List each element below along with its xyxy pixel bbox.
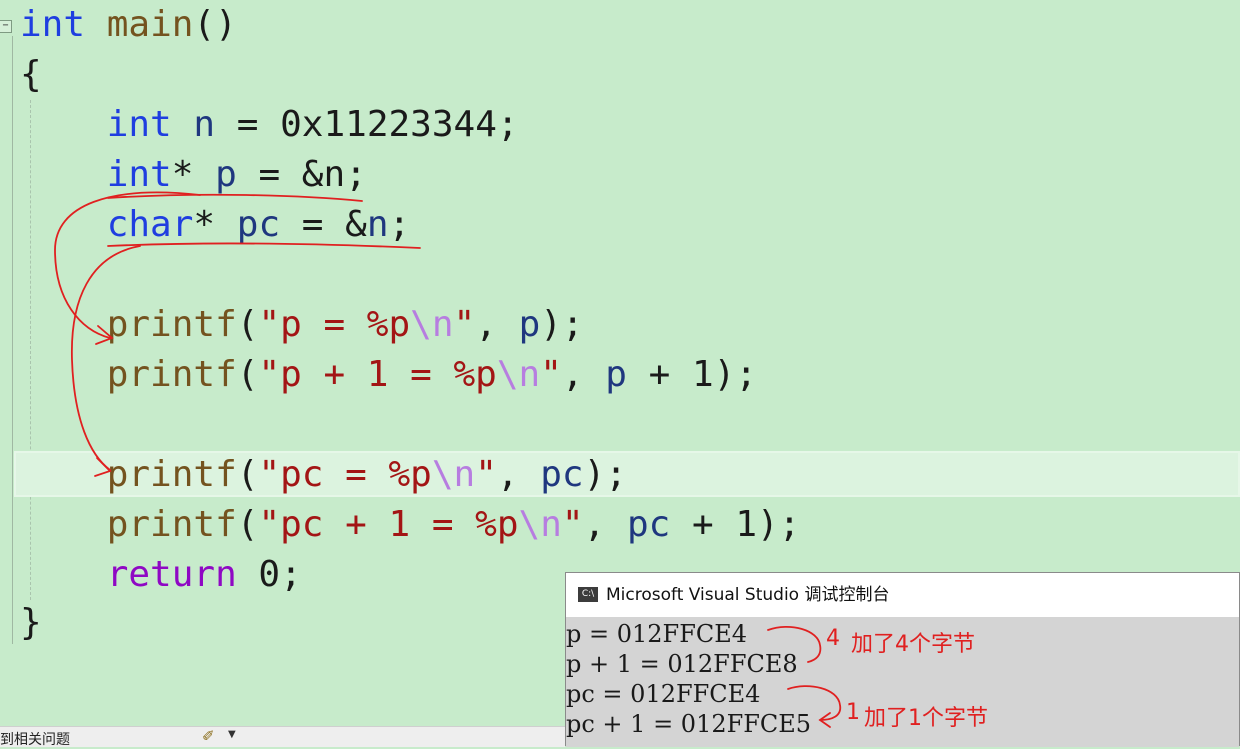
code-token: printf xyxy=(106,354,237,395)
code-token: int xyxy=(20,4,86,45)
code-token: \n xyxy=(410,304,454,345)
code-token: = &n; xyxy=(236,154,367,195)
code-line[interactable]: { xyxy=(20,50,42,100)
code-token: , xyxy=(496,454,541,495)
code-line[interactable]: printf("pc + 1 = %p\n", pc + 1); xyxy=(20,500,801,550)
fold-gutter-line xyxy=(12,36,13,644)
code-token: () xyxy=(193,4,237,45)
code-token: 0; xyxy=(236,554,302,595)
code-token: \n xyxy=(518,504,562,545)
code-token: ; xyxy=(388,204,411,245)
code-token: = & xyxy=(280,204,367,245)
code-token: int xyxy=(106,104,172,145)
code-token: " xyxy=(540,354,562,395)
code-token: "pc = %p xyxy=(258,454,432,495)
console-output-line: p = 012FFCE4 xyxy=(566,620,747,648)
code-token: = 0x11223344; xyxy=(215,104,519,145)
code-line[interactable]: int main() xyxy=(20,0,237,50)
code-line[interactable]: int* p = &n; xyxy=(20,150,367,200)
code-token: ( xyxy=(236,354,259,395)
chevron-down-icon[interactable]: ▼ xyxy=(228,729,236,740)
code-token: ); xyxy=(583,454,627,495)
code-token: ( xyxy=(236,454,259,495)
code-line[interactable]: } xyxy=(20,598,42,648)
code-token: n xyxy=(366,204,389,245)
code-token: pc xyxy=(540,454,584,495)
code-token: * xyxy=(193,204,237,245)
code-line[interactable]: printf("pc = %p\n", pc); xyxy=(20,450,627,500)
code-token: pc xyxy=(626,504,671,545)
annotation-number-4: 4 xyxy=(826,626,840,651)
code-token: printf xyxy=(106,454,237,495)
code-token: { xyxy=(20,54,42,95)
code-token: + 1); xyxy=(626,354,757,395)
code-line[interactable]: printf("p + 1 = %p\n", p + 1); xyxy=(20,350,757,400)
code-token: \n xyxy=(496,354,541,395)
code-token: , xyxy=(475,304,519,345)
console-output-line: p + 1 = 012FFCE8 xyxy=(566,650,798,678)
code-token: ( xyxy=(236,304,259,345)
code-token: " xyxy=(475,454,497,495)
code-token: , xyxy=(583,504,627,545)
code-token: printf xyxy=(106,304,237,345)
code-token: "p = %p xyxy=(258,304,411,345)
code-token: char xyxy=(106,204,194,245)
collapse-icon[interactable]: − xyxy=(0,20,12,33)
code-token: " xyxy=(453,304,476,345)
annotation-text-4-bytes: 加了4个字节 xyxy=(851,632,975,657)
code-token: p xyxy=(605,354,627,395)
code-token: main xyxy=(106,4,194,45)
console-output-line: pc + 1 = 012FFCE5 xyxy=(566,710,812,738)
code-line[interactable]: int n = 0x11223344; xyxy=(20,100,519,150)
console-titlebar[interactable]: C:\ Microsoft Visual Studio 调试控制台 xyxy=(566,573,1239,617)
console-title: Microsoft Visual Studio 调试控制台 xyxy=(606,585,890,605)
code-token: " xyxy=(561,504,584,545)
code-token: ); xyxy=(540,304,584,345)
code-token: "pc + 1 = %p xyxy=(258,504,519,545)
code-token: pc xyxy=(236,204,281,245)
visual-studio-console-icon: C:\ xyxy=(578,587,598,602)
code-token: } xyxy=(20,602,42,643)
code-token: n xyxy=(193,104,216,145)
console-output-line: pc = 012FFCE4 xyxy=(566,680,761,708)
code-token: return xyxy=(106,554,237,595)
code-line[interactable]: return 0; xyxy=(20,550,302,600)
code-line[interactable]: printf("p = %p\n", p); xyxy=(20,300,584,350)
annotation-number-1: 1 xyxy=(846,700,860,725)
code-token: , xyxy=(561,354,606,395)
code-token: printf xyxy=(106,504,237,545)
go-to-related-issues-label[interactable]: 到相关问题 xyxy=(0,729,70,749)
code-token: "p + 1 = %p xyxy=(258,354,497,395)
code-token: int xyxy=(106,154,172,195)
code-line[interactable]: char* pc = &n; xyxy=(20,200,411,250)
code-token: \n xyxy=(431,454,476,495)
code-token: ( xyxy=(236,504,259,545)
code-token: + 1); xyxy=(670,504,801,545)
code-token: p xyxy=(518,304,541,345)
annotation-text-1-byte: 加了1个字节 xyxy=(864,706,988,731)
code-token: * xyxy=(171,154,216,195)
brush-icon[interactable]: ✐ xyxy=(202,727,215,745)
code-token: p xyxy=(215,154,237,195)
status-bar: 到相关问题 ✐ ▼ xyxy=(0,726,565,749)
